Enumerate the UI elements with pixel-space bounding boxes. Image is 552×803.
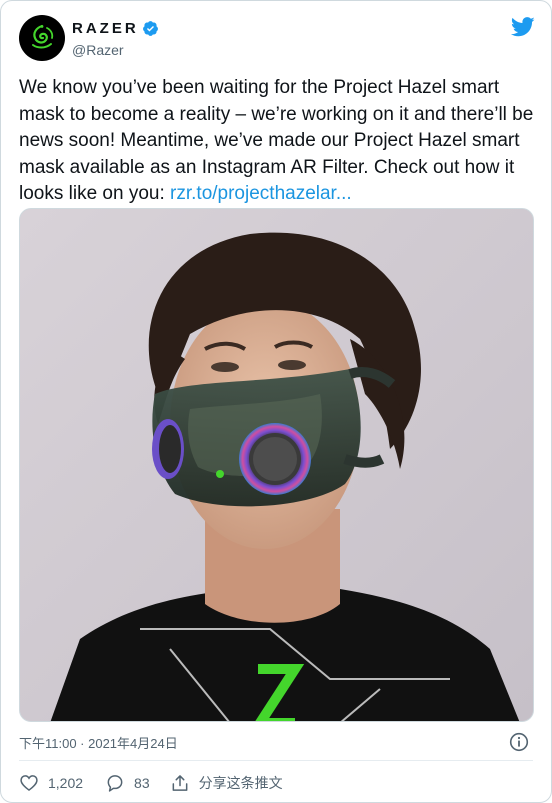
display-name[interactable]: RAZER [72, 20, 139, 37]
like-button[interactable]: 1,202 [19, 773, 83, 793]
divider [19, 760, 533, 761]
avatar[interactable] [19, 15, 65, 61]
reply-icon [107, 775, 123, 792]
photo-man-wearing-smart-mask [20, 209, 533, 721]
share-button[interactable]: 分享这条推文 [170, 773, 283, 793]
heart-icon [20, 775, 38, 792]
razer-logo-icon [32, 24, 54, 49]
handle[interactable]: @Razer [72, 42, 124, 58]
tweet-link[interactable]: rzr.to/projecthazelar... [170, 183, 352, 204]
info-icon[interactable] [509, 732, 529, 752]
share-icon [172, 775, 188, 791]
verified-badge-icon [142, 20, 158, 36]
tweet-timestamp[interactable]: 下午11:00 · 2021年4月24日 [19, 733, 178, 752]
reply-button[interactable]: 83 [105, 773, 150, 793]
tweet-header: RAZER @Razer [19, 15, 535, 63]
tweet-card: RAZER @Razer We know you’ve been waiting… [0, 0, 552, 803]
tweet-media[interactable] [19, 208, 534, 722]
share-label: 分享这条推文 [198, 775, 283, 791]
tweet-actions: 1,202 83 分享这条推文 [19, 770, 305, 796]
tweet-text: We know you’ve been waiting for the Proj… [19, 75, 535, 208]
twitter-bird-icon[interactable] [511, 17, 535, 37]
name-row[interactable]: RAZER [72, 18, 159, 38]
reply-count: 83 [134, 775, 150, 791]
like-count: 1,202 [48, 775, 84, 791]
